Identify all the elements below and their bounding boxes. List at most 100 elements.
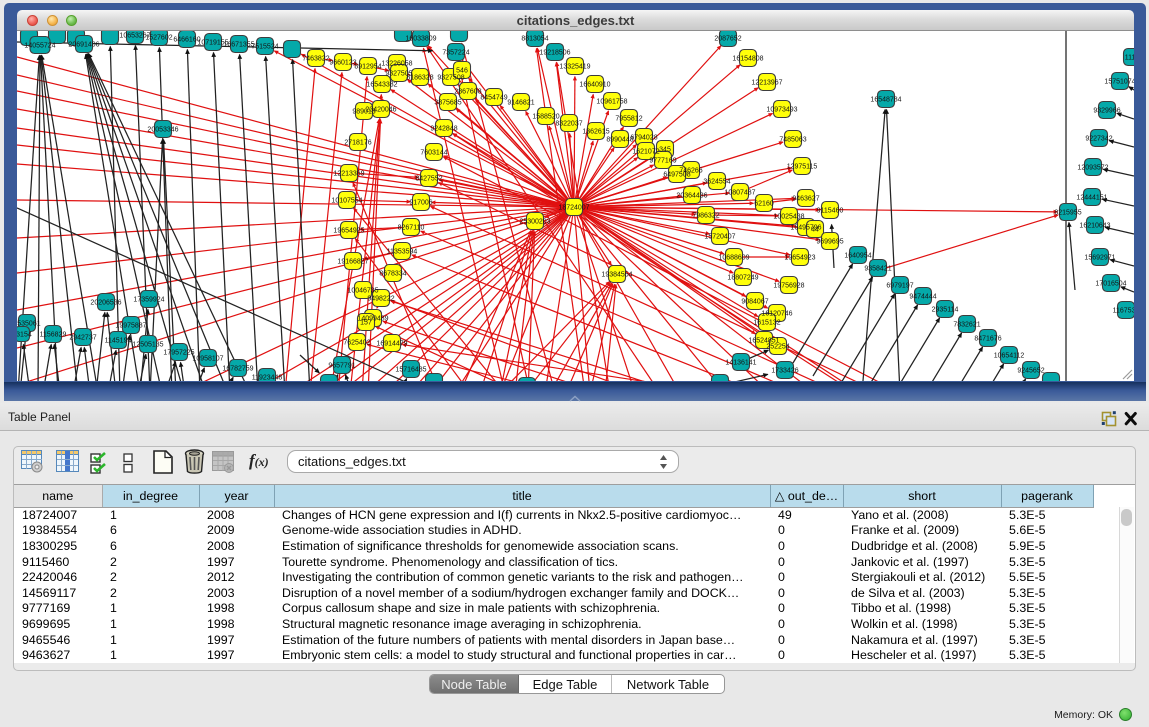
- svg-text:16543382: 16543382: [366, 82, 397, 89]
- svg-text:1362615: 1362615: [582, 129, 609, 136]
- svg-text:44: 44: [811, 227, 819, 234]
- svg-text:12213967: 12213967: [751, 80, 782, 87]
- svg-text:16640910: 16640910: [579, 82, 610, 89]
- svg-text:16671355: 16671355: [223, 42, 254, 49]
- svg-text:7955812: 7955812: [615, 116, 642, 123]
- svg-text:8813054: 8813054: [521, 36, 548, 43]
- svg-text:2087652: 2087652: [714, 36, 741, 43]
- svg-text:9146821: 9146821: [507, 100, 534, 107]
- svg-text:9657791: 9657791: [328, 363, 355, 370]
- svg-text:10958107: 10958107: [192, 356, 223, 363]
- svg-text:8454749: 8454749: [480, 95, 507, 102]
- svg-text:20364436: 20364436: [676, 193, 707, 200]
- svg-text:2867608: 2867608: [454, 89, 481, 96]
- svg-text:7463822: 7463822: [302, 56, 329, 63]
- svg-text:9115460: 9115460: [817, 208, 844, 215]
- svg-text:7625402: 7625402: [343, 340, 370, 347]
- svg-text:16548784: 16548784: [870, 97, 901, 104]
- svg-text:10654112: 10654112: [994, 353, 1025, 360]
- svg-text:2718176: 2718176: [344, 140, 371, 147]
- svg-text:157: 157: [360, 320, 372, 327]
- svg-text:11923448: 11923448: [252, 375, 283, 382]
- svg-text:1621072: 1621072: [632, 149, 659, 156]
- svg-text:20691406: 20691406: [68, 42, 99, 49]
- svg-text:6794028: 6794028: [630, 135, 657, 142]
- svg-text:9777169: 9777169: [649, 158, 676, 165]
- svg-text:6979197: 6979197: [886, 283, 913, 290]
- svg-text:1640954: 1640954: [844, 253, 871, 260]
- svg-text:10046735: 10046735: [347, 288, 378, 295]
- svg-text:19756928: 19756928: [773, 283, 804, 290]
- svg-text:17359924: 17359924: [133, 297, 164, 304]
- svg-text:11353594: 11353594: [387, 249, 418, 256]
- svg-text:9084067: 9084067: [741, 299, 768, 306]
- svg-text:15716485: 15716485: [395, 367, 426, 374]
- svg-text:7603144: 7603144: [420, 150, 447, 157]
- svg-text:8186328: 8186328: [406, 75, 433, 82]
- svg-text:8267110: 8267110: [398, 225, 425, 232]
- svg-text:3624554: 3624554: [703, 179, 730, 186]
- svg-text:7357224: 7357224: [442, 50, 469, 57]
- svg-text:1588520: 1588520: [532, 114, 559, 121]
- svg-text:10807487: 10807487: [724, 190, 755, 197]
- svg-text:16154808: 16154808: [732, 56, 763, 63]
- svg-text:19218506: 19218506: [539, 50, 570, 57]
- svg-text:2935114: 2935114: [932, 307, 959, 314]
- svg-text:25300203: 25300203: [519, 219, 550, 226]
- svg-text:33154: 33154: [17, 332, 32, 339]
- svg-text:16120746: 16120746: [761, 311, 792, 318]
- svg-text:12213369: 12213369: [333, 171, 364, 178]
- svg-text:16914479: 16914479: [376, 341, 407, 348]
- svg-text:8322037: 8322037: [555, 121, 582, 128]
- svg-text:19654925: 19654925: [333, 228, 364, 235]
- svg-text:1145194: 1145194: [105, 338, 132, 345]
- svg-text:9498222: 9498222: [367, 296, 394, 303]
- svg-text:3875685: 3875685: [434, 100, 461, 107]
- svg-text:1733426: 1733426: [771, 368, 798, 375]
- svg-text:7515524: 7515524: [251, 44, 278, 51]
- svg-text:19654923: 19654923: [784, 255, 815, 262]
- svg-text:8215955: 8215955: [1054, 210, 1081, 217]
- svg-text:6497508: 6497508: [663, 172, 690, 179]
- svg-text:17016504: 17016504: [1095, 281, 1126, 288]
- svg-text:9358421: 9358421: [864, 266, 891, 273]
- svg-text:9474444: 9474444: [909, 294, 936, 301]
- svg-text:16782759: 16782759: [222, 366, 253, 373]
- svg-text:9699695: 9699695: [816, 239, 843, 246]
- svg-text:9242848: 9242848: [430, 126, 457, 133]
- svg-text:14055724: 14055724: [24, 43, 55, 50]
- svg-text:8678334: 8678334: [379, 271, 406, 278]
- svg-text:9329966: 9329966: [1093, 108, 1120, 115]
- svg-text:15692971: 15692971: [1084, 255, 1115, 262]
- svg-text:17957225: 17957225: [163, 350, 194, 357]
- svg-text:10025438: 10025438: [773, 214, 804, 221]
- svg-text:2942737: 2942737: [69, 335, 96, 342]
- svg-text:12093572: 12093572: [1077, 165, 1108, 172]
- svg-text:19166827: 19166827: [337, 259, 368, 266]
- svg-text:9245652: 9245652: [1017, 368, 1044, 375]
- svg-text:13226058: 13226058: [381, 61, 412, 68]
- svg-text:345: 345: [659, 147, 671, 154]
- svg-text:20206536: 20206536: [90, 300, 121, 307]
- svg-text:1167533: 1167533: [1113, 308, 1134, 315]
- svg-text:15751074: 15751074: [1104, 79, 1134, 86]
- svg-text:16210643: 16210643: [1079, 223, 1110, 230]
- svg-text:62160: 62160: [754, 201, 774, 208]
- svg-text:13325419: 13325419: [559, 64, 590, 71]
- svg-text:7832621: 7832621: [953, 322, 980, 329]
- svg-text:1527602: 1527602: [145, 35, 172, 42]
- svg-text:19975887: 19975887: [115, 323, 146, 330]
- svg-text:18724007: 18724007: [558, 205, 589, 212]
- svg-text:18807249: 18807249: [727, 275, 758, 282]
- svg-text:19384554: 19384554: [601, 272, 632, 279]
- svg-text:9227342: 9227342: [1085, 136, 1112, 143]
- svg-text:8912954: 8912954: [354, 64, 381, 71]
- svg-text:8535061: 8535061: [17, 321, 41, 328]
- svg-text:10688609: 10688609: [718, 255, 749, 262]
- svg-text:546: 546: [456, 68, 468, 75]
- svg-text:20053346: 20053346: [147, 127, 178, 134]
- svg-text:8471676: 8471676: [974, 336, 1001, 343]
- svg-text:9327508: 9327508: [437, 75, 464, 82]
- svg-text:8427552: 8427552: [415, 176, 442, 183]
- svg-text:1615132: 1615132: [753, 320, 780, 327]
